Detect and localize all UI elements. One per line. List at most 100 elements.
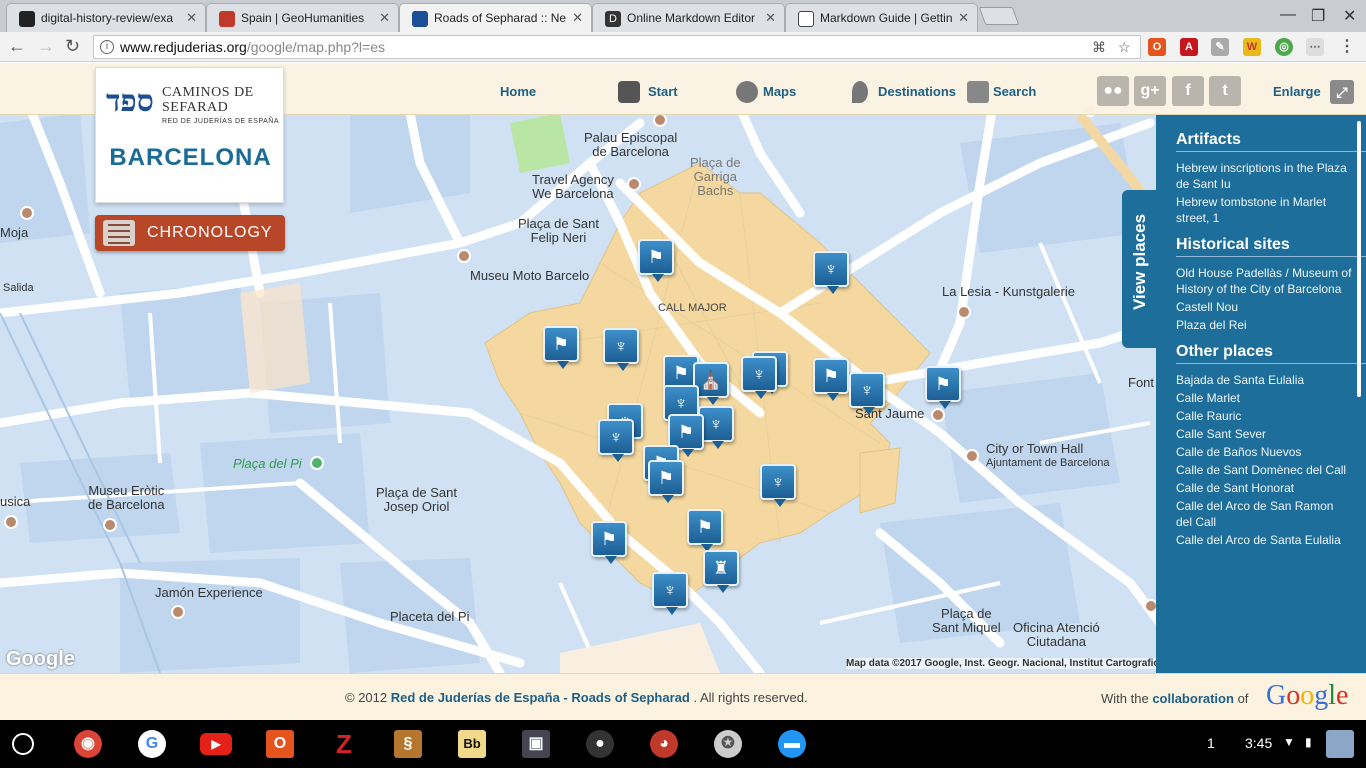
nav-home[interactable]: Home: [500, 84, 536, 99]
office-icon[interactable]: O: [266, 730, 294, 758]
place-link[interactable]: Old House Padellàs / Museum of History o…: [1176, 265, 1366, 297]
menorah-marker-icon[interactable]: ♆: [603, 328, 639, 371]
pdf-extension-icon[interactable]: A: [1180, 38, 1198, 56]
city-hall-poi-icon[interactable]: [965, 449, 979, 463]
launcher-icon[interactable]: [12, 733, 34, 755]
tab-github[interactable]: digital-history-review/exa ✕: [6, 3, 206, 32]
place-link[interactable]: Calle del Arco de San Ramon del Call: [1176, 498, 1366, 530]
zotero-icon[interactable]: Z: [330, 730, 358, 758]
tab-geohumanities[interactable]: Spain | GeoHumanities ✕: [206, 3, 399, 32]
notification-count[interactable]: 1: [1207, 735, 1215, 751]
place-link[interactable]: Calle de Sant Domènec del Call: [1176, 462, 1366, 478]
place-link[interactable]: Calle de Baños Nuevos: [1176, 444, 1366, 460]
forward-icon[interactable]: →: [37, 36, 55, 57]
nav-enlarge[interactable]: Enlarge: [1273, 84, 1321, 99]
collab-link[interactable]: collaboration: [1152, 691, 1234, 706]
clock[interactable]: 3:45: [1245, 735, 1272, 751]
blackboard-icon[interactable]: Bb: [458, 730, 486, 758]
shop-poi-icon[interactable]: [171, 605, 185, 619]
wifi-icon[interactable]: ▼: [1283, 735, 1295, 749]
museum-poi-icon[interactable]: [4, 515, 18, 529]
flag-marker-icon[interactable]: ⚑: [813, 358, 849, 401]
reload-icon[interactable]: ↻: [65, 36, 80, 57]
place-link[interactable]: Plaza del Rei: [1176, 317, 1366, 333]
chronology-button[interactable]: CHRONOLOGY: [95, 215, 285, 251]
museum-poi-icon[interactable]: [457, 249, 471, 263]
place-link[interactable]: Hebrew tombstone in Marlet street, 1: [1176, 194, 1366, 226]
address-bar[interactable]: i www.redjuderias.org/google/map.php?l=e…: [93, 35, 1141, 59]
flickr-icon[interactable]: ●●: [1097, 76, 1129, 106]
flag-marker-icon[interactable]: ⚑: [648, 460, 684, 503]
park-poi-icon[interactable]: [310, 456, 324, 470]
google-plus-icon[interactable]: g+: [1134, 76, 1166, 106]
museum-poi-icon[interactable]: [653, 113, 667, 127]
flag-marker-icon[interactable]: ⚑: [638, 239, 674, 282]
battery-icon[interactable]: ▮: [1305, 735, 1312, 749]
close-icon[interactable]: ✕: [958, 10, 969, 26]
sfs-icon[interactable]: §: [394, 730, 422, 758]
museum-poi-icon[interactable]: [103, 518, 117, 532]
menorah-marker-icon[interactable]: ♆: [741, 356, 777, 399]
facebook-icon[interactable]: f: [1172, 76, 1204, 106]
google-icon[interactable]: G: [138, 730, 166, 758]
camera-poi-icon[interactable]: [931, 408, 945, 422]
twitter-icon[interactable]: t: [1209, 76, 1241, 106]
site-logo[interactable]: ספד CAMINOS DE SEFARAD RED DE JUDERÍAS D…: [95, 67, 284, 203]
menu-icon[interactable]: ⋮: [1338, 38, 1356, 56]
pen-extension-icon[interactable]: ✎: [1211, 38, 1229, 56]
enlarge-icon[interactable]: ⤢: [1330, 80, 1354, 104]
footer-org-link[interactable]: Red de Juderías de España - Roads of Sep…: [391, 690, 690, 705]
flag-marker-icon[interactable]: ⚑: [543, 326, 579, 369]
nav-maps[interactable]: Maps: [763, 84, 796, 99]
owl-icon[interactable]: ◕: [650, 730, 678, 758]
place-link[interactable]: Calle Sant Sever: [1176, 426, 1366, 442]
minimize-icon[interactable]: —: [1280, 6, 1296, 24]
poi-icon[interactable]: [20, 206, 34, 220]
flag-marker-icon[interactable]: ⚑: [925, 366, 961, 409]
tab-roads-of-sepharad[interactable]: Roads of Sepharad :: Ne ✕: [399, 3, 592, 32]
tab-markdown-guide[interactable]: Markdown Guide | Gettin ✕: [785, 3, 978, 32]
nav-search[interactable]: Search: [993, 84, 1036, 99]
close-window-icon[interactable]: ✕: [1343, 6, 1356, 26]
close-icon[interactable]: ✕: [379, 10, 390, 26]
seal-icon[interactable]: ✪: [714, 730, 742, 758]
place-link[interactable]: Calle Rauric: [1176, 408, 1366, 424]
grid-extension-icon[interactable]: ⋯: [1306, 38, 1324, 56]
close-icon[interactable]: ✕: [186, 10, 197, 26]
castle-marker-icon[interactable]: ♜: [703, 550, 739, 593]
flag-marker-icon[interactable]: ⚑: [687, 509, 723, 552]
place-link[interactable]: Calle Marlet: [1176, 390, 1366, 406]
new-tab-button[interactable]: [978, 7, 1020, 25]
youtube-icon[interactable]: ▶: [200, 733, 232, 755]
close-icon[interactable]: ✕: [572, 10, 583, 26]
google-logo[interactable]: Google: [1266, 680, 1348, 712]
ring-extension-icon[interactable]: ◎: [1275, 38, 1293, 56]
translate-icon[interactable]: ⌘: [1092, 39, 1106, 56]
panel-scrollbar[interactable]: [1357, 121, 1361, 397]
info-icon[interactable]: i: [100, 40, 114, 54]
github-app-icon[interactable]: ●: [586, 730, 614, 758]
menorah-marker-icon[interactable]: ♆: [652, 572, 688, 615]
place-link[interactable]: Calle del Arco de Santa Eulalia: [1176, 532, 1366, 548]
place-link[interactable]: Hebrew inscriptions in the Plaza de Sant…: [1176, 160, 1366, 192]
place-link[interactable]: Calle de Sant Honorat: [1176, 480, 1366, 496]
gallery-poi-icon[interactable]: [957, 305, 971, 319]
nav-start[interactable]: Start: [648, 84, 678, 99]
bookmark-star-icon[interactable]: ☆: [1118, 39, 1131, 56]
nav-destinations[interactable]: Destinations: [878, 84, 956, 99]
place-link[interactable]: Bajada de Santa Eulalia: [1176, 372, 1366, 388]
cube-icon[interactable]: ▣: [522, 730, 550, 758]
menorah-marker-icon[interactable]: ♆: [598, 419, 634, 462]
menorah-marker-icon[interactable]: ♆: [849, 372, 885, 415]
files-icon[interactable]: ▬: [778, 730, 806, 758]
maximize-icon[interactable]: ❐: [1311, 6, 1325, 26]
w-extension-icon[interactable]: W: [1243, 38, 1261, 56]
flag-marker-icon[interactable]: ⚑: [591, 521, 627, 564]
tab-markdown-editor[interactable]: D Online Markdown Editor ✕: [592, 3, 785, 32]
view-places-tab[interactable]: View places: [1122, 190, 1158, 348]
back-icon[interactable]: ←: [8, 36, 26, 57]
menorah-marker-icon[interactable]: ♆: [760, 464, 796, 507]
travel-poi-icon[interactable]: [627, 177, 641, 191]
place-link[interactable]: Castell Nou: [1176, 299, 1366, 315]
office-extension-icon[interactable]: O: [1148, 38, 1166, 56]
